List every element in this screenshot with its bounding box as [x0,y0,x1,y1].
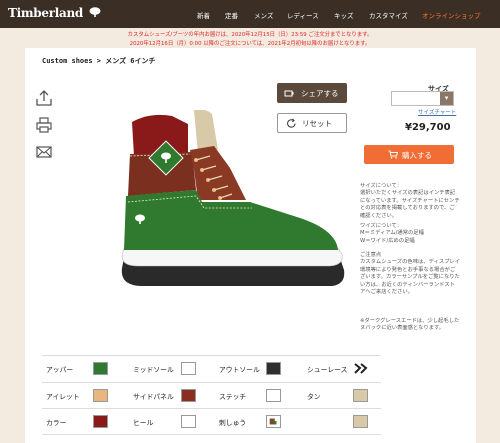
price: ¥29,700 [405,122,451,133]
share-button[interactable]: シェアする [277,83,347,103]
nav-ladies[interactable]: レディース [287,10,319,20]
option-label-heel[interactable]: ヒール [133,417,153,427]
embroidery-tree-swatch[interactable] [266,415,281,428]
suede-note-text: ※ダークグレースエードは、少し起毛したヌバックに近い表面感となります。 [360,318,460,332]
option-label-tongue[interactable]: タン [307,391,321,401]
option-divider [42,355,381,356]
mail-icon[interactable] [34,142,54,162]
option-label-outsole[interactable]: アウトソール [219,364,260,374]
option-label-eyelet[interactable]: アイレット [46,391,80,401]
nav-new[interactable]: 新着 [197,10,210,20]
option-divider [42,408,381,409]
caution-info-text: ご注意点 カスタムシューズの色味は、ディスプレイ環境等により発色とお手事なる場合… [360,252,461,296]
share-label: シェアする [301,89,339,98]
nav-customize[interactable]: カスタマイズ [369,10,408,20]
width-info-text: ワイズについて： M＝ミディアム/通常の足幅 W＝ワイド/広めの足幅 [360,223,424,244]
buy-label: 購入する [402,151,432,160]
laces-pattern-swatch[interactable] [353,362,368,375]
nav-kids[interactable]: キッズ [334,10,354,20]
option-divider [42,434,381,435]
size-chart-link[interactable]: サイズチャート [418,108,456,116]
tree-logo-icon [89,7,101,17]
option-label-embroidery[interactable]: 刺しゅう [219,417,246,427]
online-shop-link[interactable]: オンラインショップ [422,10,481,20]
top-navigation-bar: Timberland 新着 定番 メンズ レディース キッズ カスタマイズ オン… [0,0,500,28]
option-label-side-panel[interactable]: サイドパネル [133,391,174,401]
chevron-down-icon[interactable]: ▾ [440,92,453,105]
side-panel-color-swatch[interactable] [181,389,196,402]
option-label-upper[interactable]: アッパー [46,364,73,374]
size-info-text: サイズについて： 選択いただくサイズの表記はインチ表記になっています。サイズチャ… [360,183,460,219]
notice-line-1: カスタムシューズ/ブーツの年内お届けは、2020年12月15日（日）23:59 … [127,32,373,38]
outsole-color-swatch[interactable] [266,362,281,375]
tongue-color-swatch[interactable] [353,389,368,402]
stitch-color-swatch[interactable] [266,389,281,402]
size-select[interactable]: ▾ [391,91,454,106]
print-icon[interactable] [34,115,54,135]
option-label-stitch[interactable]: ステッチ [219,391,246,401]
eyelet-color-swatch[interactable] [93,389,108,402]
midsole-color-swatch[interactable] [181,362,196,375]
upload-icon[interactable] [34,88,54,108]
share-cup-icon [284,90,294,97]
nav-classic[interactable]: 定番 [225,10,238,20]
extra-color-swatch[interactable] [353,415,368,428]
logo-text: Timberland [8,6,83,20]
breadcrumb[interactable]: Custom shoes > メンズ 6インチ [42,56,156,66]
option-divider [42,382,381,383]
nav-mens[interactable]: メンズ [254,10,273,20]
cart-icon [388,150,398,159]
option-label-collar[interactable]: カラー [46,417,66,427]
heel-color-swatch[interactable] [181,415,196,428]
option-label-laces[interactable]: シューレース [307,364,347,374]
boot-preview-image [121,110,345,286]
buy-button[interactable]: 購入する [364,145,454,164]
upper-color-swatch[interactable] [93,362,108,375]
option-label-midsole[interactable]: ミッドソール [133,364,174,374]
collar-color-swatch[interactable] [93,415,108,428]
timberland-logo[interactable]: Timberland [8,6,101,20]
notice-line-2: 2020年12月16日（月）0:00 以降のご注文については、2021年2月初旬… [129,41,371,47]
